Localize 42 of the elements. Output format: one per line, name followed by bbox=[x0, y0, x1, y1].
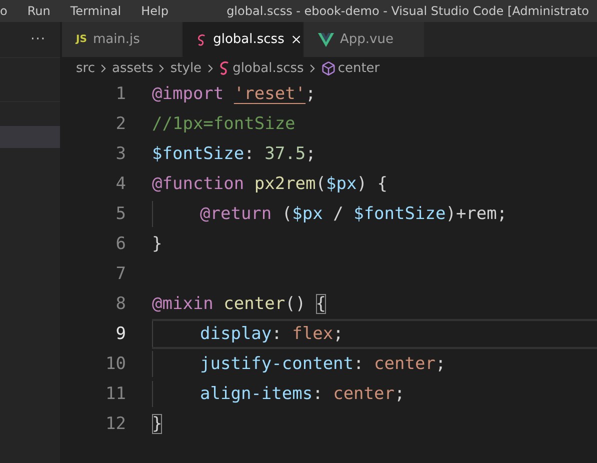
menu-item[interactable]: Run bbox=[27, 4, 60, 18]
editor-tab[interactable]: App.vue bbox=[304, 22, 425, 57]
line-number: 7 bbox=[114, 264, 126, 284]
breadcrumb-item[interactable]: src bbox=[76, 60, 95, 76]
line-number: 9 bbox=[114, 324, 126, 344]
menu-item[interactable]: o bbox=[0, 4, 18, 18]
code-line: @return ($px / $fontSize)+rem; bbox=[152, 199, 597, 229]
window-title: global.scss - ebook-demo - Visual Studio Code [Administrato bbox=[226, 4, 589, 18]
breadcrumb-item[interactable]: style bbox=[170, 60, 202, 76]
line-number: 6 bbox=[114, 234, 126, 254]
line-number: 2 bbox=[114, 114, 126, 134]
code-line: display: flex; bbox=[152, 319, 597, 349]
breadcrumb-item[interactable]: assets bbox=[112, 60, 154, 76]
code-line: } bbox=[152, 413, 164, 436]
breadcrumb-item[interactable]: global.scss bbox=[232, 60, 304, 76]
line-number: 8 bbox=[114, 294, 126, 314]
breadcrumb-item[interactable]: center bbox=[338, 60, 380, 76]
vue-file-icon bbox=[318, 32, 334, 46]
menu-item[interactable]: Help bbox=[141, 4, 178, 18]
code-line: } bbox=[152, 233, 164, 256]
line-number: 5 bbox=[114, 204, 126, 224]
code-line: @mixin center() { bbox=[152, 293, 328, 316]
more-actions-icon[interactable]: ··· bbox=[30, 32, 46, 47]
sass-file-icon bbox=[197, 32, 208, 46]
editor-tab[interactable]: JS main.js bbox=[62, 22, 183, 57]
code-line: align-items: center; bbox=[152, 379, 597, 409]
line-number: 11 bbox=[104, 384, 126, 404]
line-number: 1 bbox=[114, 84, 126, 104]
menu-item[interactable]: Terminal bbox=[70, 4, 132, 18]
editor-tab[interactable]: global.scss bbox=[183, 22, 304, 57]
line-number: 12 bbox=[104, 414, 126, 434]
line-number: 10 bbox=[104, 354, 126, 374]
js-file-icon: JS bbox=[76, 34, 87, 45]
code-line: @import 'reset'; bbox=[152, 83, 317, 106]
sass-file-icon bbox=[218, 61, 231, 75]
line-number: 3 bbox=[114, 144, 126, 164]
code-line: justify-content: center; bbox=[152, 349, 597, 379]
code-line: //1px=fontSize bbox=[152, 113, 296, 136]
code-line: $fontSize: 37.5; bbox=[152, 143, 317, 166]
cube-icon bbox=[320, 60, 336, 76]
code-line: @function px2rem($px) { bbox=[152, 173, 388, 196]
line-number: 4 bbox=[114, 174, 126, 194]
